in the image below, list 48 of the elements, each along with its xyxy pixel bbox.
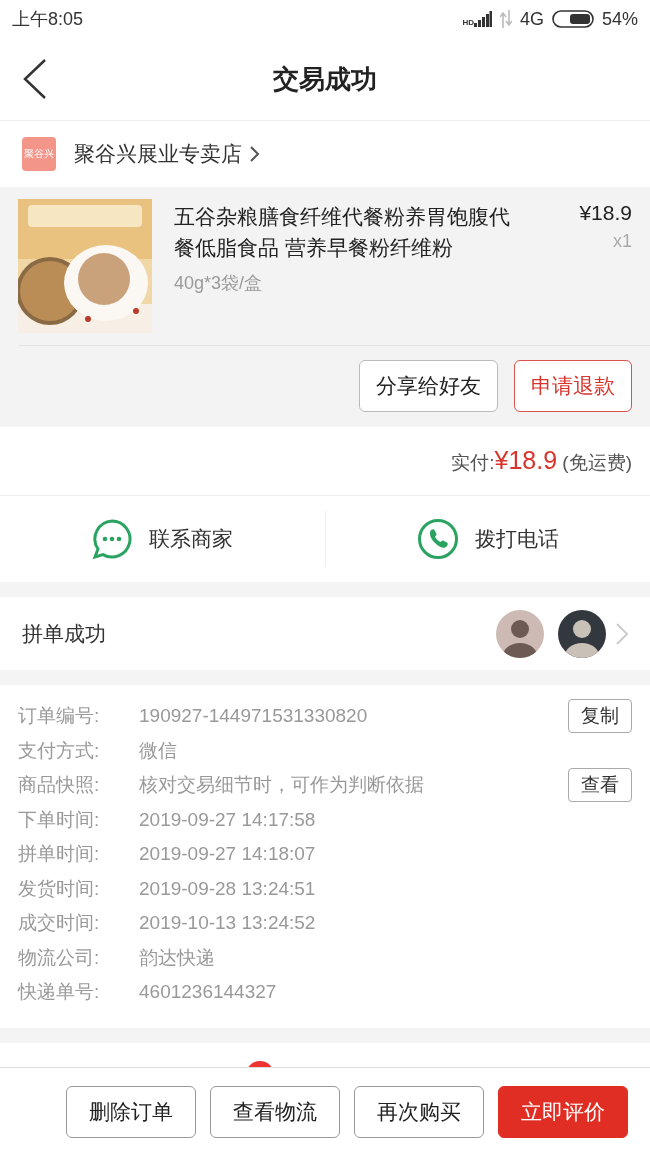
detail-label: 支付方式: bbox=[18, 738, 101, 763]
product-price: ¥18.9 bbox=[579, 201, 632, 225]
detail-label: 物流公司: bbox=[18, 945, 101, 970]
detail-label: 快递单号: bbox=[18, 980, 101, 1005]
order-action-button[interactable]: 再次购买 bbox=[354, 1085, 484, 1138]
page-title: 交易成功 bbox=[273, 62, 377, 96]
detail-value: 190927-144971531330820 bbox=[139, 705, 369, 728]
order-action-button[interactable]: 查看物流 bbox=[210, 1085, 340, 1138]
chat-icon bbox=[91, 518, 134, 560]
chevron-icon[interactable] bbox=[250, 145, 260, 163]
detail-label: 成交时间: bbox=[18, 911, 101, 936]
detail-label: 商品快照: bbox=[18, 773, 101, 798]
product-quantity: x1 bbox=[613, 231, 632, 252]
hd-label: HD bbox=[462, 18, 474, 27]
detail-label: 订单编号: bbox=[18, 704, 101, 729]
share-button[interactable]: 分享给好友 bbox=[359, 360, 498, 412]
store-logo: 聚谷兴 bbox=[22, 137, 56, 171]
product-spec: 40g*3袋/盒 bbox=[174, 272, 264, 295]
product-title[interactable]: 五谷杂粮膳食纤维代餐粉养胃饱腹代餐低脂食品 营养早餐粉纤维粉 bbox=[174, 201, 530, 263]
detail-value: 2019-09-28 13:24:51 bbox=[139, 877, 317, 900]
phone-icon bbox=[416, 518, 459, 560]
detail-label: 拼单时间: bbox=[18, 842, 101, 867]
group-status: 拼单成功 bbox=[22, 620, 107, 647]
detail-value: 2019-10-13 13:24:52 bbox=[139, 912, 317, 935]
call-button[interactable]: 拨打电话 bbox=[325, 509, 650, 569]
detail-value: 核对交易细节时，可作为判断依据 bbox=[139, 773, 425, 798]
detail-action-button[interactable]: 查看 bbox=[568, 768, 632, 803]
order-action-button[interactable]: 删除订单 bbox=[66, 1085, 196, 1138]
refund-button[interactable]: 申请退款 bbox=[514, 360, 632, 412]
data-arrows-icon bbox=[499, 10, 512, 28]
contact-button[interactable]: 联系商家 bbox=[0, 509, 325, 569]
status-time: 上午8:05 bbox=[12, 8, 84, 31]
detail-value: 2019-09-27 14:17:58 bbox=[139, 808, 317, 831]
back-icon[interactable] bbox=[22, 58, 48, 100]
network-label: 4G bbox=[519, 8, 544, 30]
detail-value: 2019-09-27 14:18:07 bbox=[139, 843, 317, 866]
detail-value: 韵达快递 bbox=[139, 945, 216, 970]
payment-total: 实付:¥18.9 (免运费) bbox=[451, 446, 632, 476]
detail-label: 发货时间: bbox=[18, 876, 101, 901]
detail-value: 4601236144327 bbox=[139, 981, 278, 1004]
detail-action-button[interactable]: 复制 bbox=[568, 699, 632, 734]
battery-icon bbox=[551, 10, 594, 28]
detail-label: 下单时间: bbox=[18, 807, 101, 832]
detail-value: 微信 bbox=[139, 738, 178, 763]
signal-icon bbox=[473, 11, 492, 27]
store-name[interactable]: 聚谷兴展业专卖店 bbox=[74, 140, 242, 168]
battery-percent: 54% bbox=[601, 8, 638, 30]
review-button[interactable]: 立即评价 bbox=[498, 1085, 628, 1138]
